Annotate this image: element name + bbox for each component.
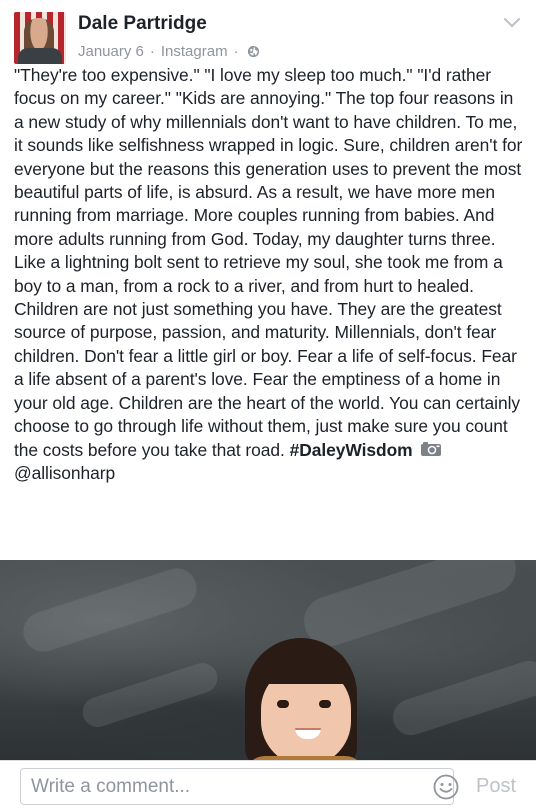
smiley-icon[interactable] [433,774,459,800]
author-name[interactable]: Dale Partridge [78,13,207,35]
globe-icon [247,45,259,58]
chevron-down-icon[interactable] [502,16,522,30]
post-comment-button[interactable]: Post [468,771,524,801]
post-meta: January 6 · Instagram · [78,43,260,60]
post-body: "They're too expensive." "I love my slee… [14,64,524,485]
post-photo[interactable] [0,560,536,760]
avatar[interactable] [14,12,66,64]
chalk-streak [388,656,536,740]
avatar-body [18,48,62,64]
comment-composer: Post [0,760,536,810]
post-source: Instagram [160,43,228,60]
comment-box[interactable] [20,768,459,805]
meta-separator: · [149,43,155,60]
right-eye [319,700,331,708]
chalk-streak [18,563,202,657]
meta-separator: · [233,43,239,60]
bangs [255,646,351,684]
child-portrait [245,638,365,760]
comment-input[interactable] [31,773,411,800]
photo-credit[interactable]: @allisonharp [14,463,115,483]
post-text: "They're too expensive." "I love my slee… [14,65,523,460]
camera-icon [421,441,442,456]
hashtag-link[interactable]: #DaleyWisdom [290,440,413,460]
left-eye [277,700,289,708]
chalk-streak [78,659,222,731]
post-header: Dale Partridge January 6 · Instagram · [0,0,536,68]
post-date[interactable]: January 6 [78,43,144,60]
